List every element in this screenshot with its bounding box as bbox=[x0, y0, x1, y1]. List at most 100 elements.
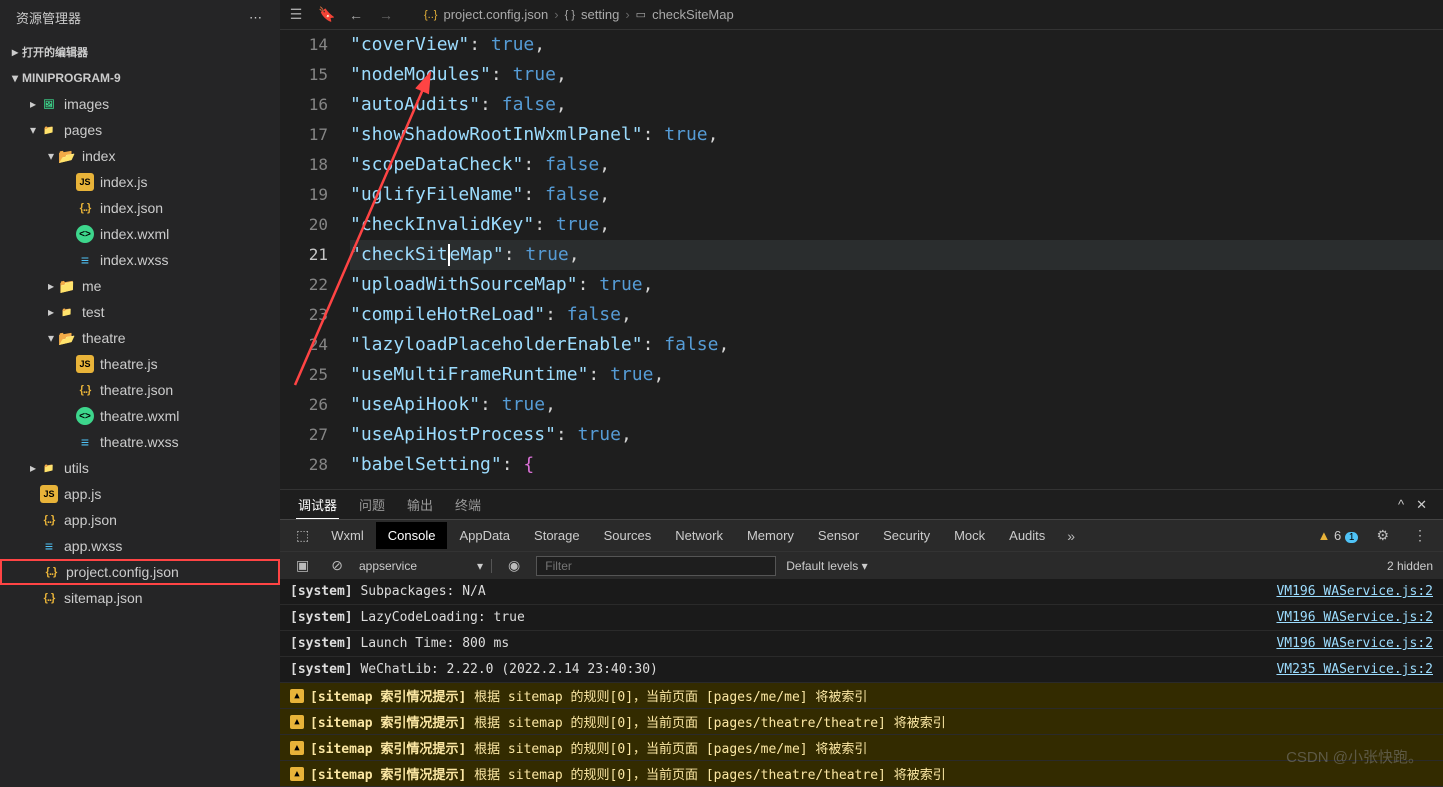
open-editors-section[interactable]: ▸ 打开的编辑器 bbox=[0, 39, 280, 65]
source-link[interactable]: VM196 WAService.js:2 bbox=[1276, 636, 1433, 651]
warning-badge[interactable]: ▲ 6 1 bbox=[1318, 528, 1359, 543]
devtools-tab[interactable]: Network bbox=[663, 522, 735, 549]
code-line[interactable]: "nodeModules": true, bbox=[350, 60, 1443, 90]
tree-item[interactable]: ▸📁me bbox=[0, 273, 280, 299]
levels-select[interactable]: Default levels ▾ bbox=[786, 559, 867, 573]
clear-console-icon[interactable]: ⊘ bbox=[325, 553, 349, 578]
toggle-sidebar-icon[interactable]: ▣ bbox=[290, 553, 315, 578]
panel-tab[interactable]: 输出 bbox=[405, 491, 435, 519]
tree-label: app.wxss bbox=[64, 538, 122, 554]
hidden-count[interactable]: 2 hidden bbox=[1387, 559, 1433, 573]
code-line[interactable]: "useMultiFrameRuntime": true, bbox=[350, 360, 1443, 390]
code-line[interactable]: "autoAudits": false, bbox=[350, 90, 1443, 120]
devtools-tab[interactable]: Sensor bbox=[806, 522, 871, 549]
warning-icon: ▲ bbox=[290, 689, 304, 703]
code-line[interactable]: "lazyloadPlaceholderEnable": false, bbox=[350, 330, 1443, 360]
devtools-menu-icon[interactable]: ⋮ bbox=[1407, 523, 1433, 548]
panel-close-icon[interactable]: ✕ bbox=[1416, 497, 1427, 513]
nav-back-icon[interactable]: ← bbox=[348, 7, 364, 23]
code-line[interactable]: "checkSiteMap": true, bbox=[350, 240, 1443, 270]
json-icon: {..} bbox=[76, 381, 94, 399]
file-tree: ▸ 打开的编辑器 ▾ MINIPROGRAM-9 ▸🖼images▾📁pages… bbox=[0, 35, 280, 787]
panel-tab[interactable]: 问题 bbox=[357, 491, 387, 519]
context-select[interactable]: appservice▾ bbox=[359, 559, 492, 573]
console-line[interactable]: ▲[sitemap 索引情况提示] 根据 sitemap 的规则[0]，当前页面… bbox=[280, 735, 1443, 761]
devtools-tab[interactable]: Memory bbox=[735, 522, 806, 549]
tree-item[interactable]: <>theatre.wxml bbox=[0, 403, 280, 429]
more-tabs-icon[interactable]: » bbox=[1061, 524, 1081, 548]
console-line[interactable]: ▲[sitemap 索引情况提示] 根据 sitemap 的规则[0]，当前页面… bbox=[280, 683, 1443, 709]
inspect-icon[interactable]: ⬚ bbox=[290, 523, 315, 548]
code-line[interactable]: "scopeDataCheck": false, bbox=[350, 150, 1443, 180]
braces-icon: { } bbox=[565, 9, 575, 21]
sidebar: 资源管理器 ⋯ ▸ 打开的编辑器 ▾ MINIPROGRAM-9 ▸🖼image… bbox=[0, 0, 280, 787]
devtools-tab[interactable]: Sources bbox=[592, 522, 664, 549]
devtools-tab[interactable]: Security bbox=[871, 522, 942, 549]
tree-item[interactable]: ▾📂index bbox=[0, 143, 280, 169]
devtools-tab[interactable]: Console bbox=[376, 522, 448, 549]
console-line[interactable]: [system] WeChatLib: 2.22.0 (2022.2.14 23… bbox=[280, 657, 1443, 683]
console-output[interactable]: [system] Subpackages: N/AVM196 WAService… bbox=[280, 579, 1443, 787]
eye-icon[interactable]: ◉ bbox=[502, 553, 526, 578]
chevron-down-icon: ▾ bbox=[44, 149, 58, 163]
devtools-tab[interactable]: Mock bbox=[942, 522, 997, 549]
code-line[interactable]: "useApiHook": true, bbox=[350, 390, 1443, 420]
tree-item[interactable]: {..}index.json bbox=[0, 195, 280, 221]
tree-label: test bbox=[82, 304, 105, 320]
code-editor[interactable]: 141516171819202122232425262728 "coverVie… bbox=[280, 30, 1443, 489]
breadcrumb[interactable]: {..} project.config.json › { } setting ›… bbox=[408, 7, 1435, 22]
panel-tab[interactable]: 调试器 bbox=[296, 491, 339, 519]
code-line[interactable]: "compileHotReLoad": false, bbox=[350, 300, 1443, 330]
panel-tab[interactable]: 终端 bbox=[453, 491, 483, 519]
devtools-tab[interactable]: Audits bbox=[997, 522, 1057, 549]
devtools-tabs: ⬚ WxmlConsoleAppDataStorageSourcesNetwor… bbox=[280, 519, 1443, 551]
project-section[interactable]: ▾ MINIPROGRAM-9 bbox=[0, 65, 280, 91]
tree-label: project.config.json bbox=[66, 564, 179, 580]
source-link[interactable]: VM235 WAService.js:2 bbox=[1276, 662, 1433, 677]
tree-item[interactable]: <>index.wxml bbox=[0, 221, 280, 247]
tree-item[interactable]: ▾📁pages bbox=[0, 117, 280, 143]
code-line[interactable]: "babelSetting": { bbox=[350, 450, 1443, 480]
tree-item[interactable]: {..}sitemap.json bbox=[0, 585, 280, 611]
tree-item[interactable]: ≡theatre.wxss bbox=[0, 429, 280, 455]
code-line[interactable]: "uglifyFileName": false, bbox=[350, 180, 1443, 210]
tree-item[interactable]: ▸📁test bbox=[0, 299, 280, 325]
tree-item[interactable]: ▸📁utils bbox=[0, 455, 280, 481]
filter-input[interactable] bbox=[536, 556, 776, 576]
bookmark-icon[interactable]: 🔖 bbox=[318, 6, 334, 23]
chevron-down-icon: ▾ bbox=[26, 123, 40, 137]
js-icon: JS bbox=[76, 355, 94, 373]
tree-item[interactable]: JStheatre.js bbox=[0, 351, 280, 377]
panel-expand-icon[interactable]: ^ bbox=[1398, 497, 1404, 513]
chevron-right-icon: ▸ bbox=[26, 97, 40, 111]
tree-item[interactable]: ≡index.wxss bbox=[0, 247, 280, 273]
devtools-tab[interactable]: Storage bbox=[522, 522, 592, 549]
console-line[interactable]: [system] Launch Time: 800 msVM196 WAServ… bbox=[280, 631, 1443, 657]
tree-label: index.wxml bbox=[100, 226, 169, 242]
console-line[interactable]: [system] Subpackages: N/AVM196 WAService… bbox=[280, 579, 1443, 605]
source-link[interactable]: VM196 WAService.js:2 bbox=[1276, 610, 1433, 625]
console-line[interactable]: ▲[sitemap 索引情况提示] 根据 sitemap 的规则[0]，当前页面… bbox=[280, 709, 1443, 735]
tree-item[interactable]: {..}project.config.json bbox=[0, 559, 280, 585]
tree-item[interactable]: {..}app.json bbox=[0, 507, 280, 533]
settings-icon[interactable]: ⚙ bbox=[1370, 523, 1395, 548]
devtools-tab[interactable]: Wxml bbox=[319, 522, 376, 549]
nav-forward-icon[interactable]: → bbox=[378, 7, 394, 23]
tree-item[interactable]: ▸🖼images bbox=[0, 91, 280, 117]
tree-item[interactable]: JSapp.js bbox=[0, 481, 280, 507]
tree-item[interactable]: ≡app.wxss bbox=[0, 533, 280, 559]
devtools-tab[interactable]: AppData bbox=[447, 522, 522, 549]
code-line[interactable]: "uploadWithSourceMap": true, bbox=[350, 270, 1443, 300]
code-line[interactable]: "showShadowRootInWxmlPanel": true, bbox=[350, 120, 1443, 150]
console-line[interactable]: [system] LazyCodeLoading: trueVM196 WASe… bbox=[280, 605, 1443, 631]
sidebar-more-icon[interactable]: ⋯ bbox=[249, 10, 264, 26]
code-line[interactable]: "useApiHostProcess": true, bbox=[350, 420, 1443, 450]
code-line[interactable]: "checkInvalidKey": true, bbox=[350, 210, 1443, 240]
menu-icon[interactable]: ☰ bbox=[288, 6, 304, 23]
tree-item[interactable]: ▾📂theatre bbox=[0, 325, 280, 351]
tree-item[interactable]: {..}theatre.json bbox=[0, 377, 280, 403]
source-link[interactable]: VM196 WAService.js:2 bbox=[1276, 584, 1433, 599]
code-line[interactable]: "coverView": true, bbox=[350, 30, 1443, 60]
tree-item[interactable]: JSindex.js bbox=[0, 169, 280, 195]
console-line[interactable]: ▲[sitemap 索引情况提示] 根据 sitemap 的规则[0]，当前页面… bbox=[280, 761, 1443, 787]
